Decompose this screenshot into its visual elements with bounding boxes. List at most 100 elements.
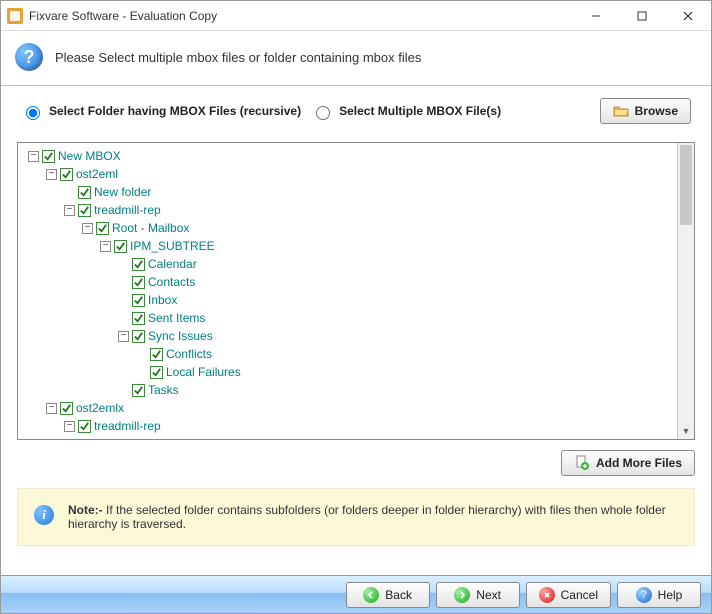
tree-node[interactable]: − IPM_SUBTREE bbox=[22, 237, 673, 255]
collapse-icon[interactable]: − bbox=[64, 205, 75, 216]
close-button[interactable] bbox=[665, 1, 711, 31]
browse-button[interactable]: Browse bbox=[600, 98, 691, 124]
info-icon: i bbox=[34, 505, 54, 525]
help-circle-icon: ? bbox=[636, 587, 652, 603]
tree-node[interactable]: − Sync Issues bbox=[22, 327, 673, 345]
cancel-button[interactable]: Cancel bbox=[526, 582, 611, 608]
arrow-right-icon bbox=[454, 587, 470, 603]
collapse-icon[interactable]: − bbox=[46, 169, 57, 180]
add-more-files-label: Add More Files bbox=[596, 456, 682, 470]
cancel-button-label: Cancel bbox=[561, 588, 598, 602]
scroll-thumb[interactable] bbox=[680, 145, 692, 225]
collapse-icon[interactable]: − bbox=[28, 151, 39, 162]
folder-open-icon bbox=[613, 103, 629, 119]
tree-node-label: treadmill-rep bbox=[94, 419, 161, 433]
tree-node-label: New MBOX bbox=[58, 149, 121, 163]
folder-tree-panel: −New MBOX−ost2emlNew folder−treadmill-re… bbox=[17, 142, 695, 440]
back-button[interactable]: Back bbox=[346, 582, 430, 608]
tree-node[interactable]: Sent Items bbox=[22, 309, 673, 327]
tree-checkbox[interactable] bbox=[78, 420, 91, 433]
tree-node-label: Calendar bbox=[148, 257, 197, 271]
help-button-label: Help bbox=[658, 588, 683, 602]
tree-node-label: treadmill-rep bbox=[94, 203, 161, 217]
options-row: Select Folder having MBOX Files (recursi… bbox=[1, 86, 711, 132]
note-text: Note:- If the selected folder contains s… bbox=[68, 503, 678, 531]
tree-checkbox[interactable] bbox=[150, 348, 163, 361]
tree-scrollbar[interactable]: ▲ ▼ bbox=[677, 143, 694, 439]
instruction-banner: ? Please Select multiple mbox files or f… bbox=[1, 31, 711, 86]
help-icon: ? bbox=[15, 43, 43, 71]
tree-node-label: Inbox bbox=[148, 293, 177, 307]
next-button[interactable]: Next bbox=[436, 582, 520, 608]
tree-node[interactable]: − ost2eml bbox=[22, 165, 673, 183]
tree-checkbox[interactable] bbox=[78, 204, 91, 217]
radio-select-folder-input[interactable] bbox=[26, 106, 40, 120]
wizard-footer: Back Next Cancel ? Help bbox=[1, 575, 711, 613]
collapse-icon[interactable]: − bbox=[100, 241, 111, 252]
radio-select-files-label: Select Multiple MBOX File(s) bbox=[339, 104, 501, 118]
tree-node[interactable]: Calendar bbox=[22, 255, 673, 273]
tree-node-label: Root - Mailbox bbox=[112, 221, 189, 235]
tree-checkbox[interactable] bbox=[132, 312, 145, 325]
arrow-left-icon bbox=[363, 587, 379, 603]
tree-node[interactable]: Contacts bbox=[22, 273, 673, 291]
radio-select-files[interactable]: Select Multiple MBOX File(s) bbox=[311, 103, 501, 120]
tree-checkbox[interactable] bbox=[132, 276, 145, 289]
note-prefix: Note:- bbox=[68, 503, 103, 517]
collapse-icon[interactable]: − bbox=[46, 403, 57, 414]
tree-checkbox[interactable] bbox=[60, 168, 73, 181]
tree-node-label: ost2emlx bbox=[76, 401, 124, 415]
tree-node[interactable]: − treadmill-rep bbox=[22, 201, 673, 219]
tree-node-label: Sent Items bbox=[148, 311, 205, 325]
add-file-icon bbox=[574, 455, 590, 471]
tree-checkbox[interactable] bbox=[114, 240, 127, 253]
tree-node-label: Conflicts bbox=[166, 347, 212, 361]
add-more-files-button[interactable]: Add More Files bbox=[561, 450, 695, 476]
tree-node[interactable]: Conflicts bbox=[22, 345, 673, 363]
tree-checkbox[interactable] bbox=[96, 222, 109, 235]
minimize-button[interactable] bbox=[573, 1, 619, 31]
app-icon bbox=[7, 8, 23, 24]
folder-tree[interactable]: −New MBOX−ost2emlNew folder−treadmill-re… bbox=[18, 143, 677, 439]
tree-checkbox[interactable] bbox=[150, 366, 163, 379]
maximize-button[interactable] bbox=[619, 1, 665, 31]
tree-checkbox[interactable] bbox=[132, 384, 145, 397]
tree-node[interactable]: Tasks bbox=[22, 381, 673, 399]
tree-node-label: Local Failures bbox=[166, 365, 241, 379]
tree-checkbox[interactable] bbox=[60, 402, 73, 415]
radio-select-folder-label: Select Folder having MBOX Files (recursi… bbox=[49, 104, 301, 118]
tree-node[interactable]: − New MBOX bbox=[22, 147, 673, 165]
scroll-down-icon[interactable]: ▼ bbox=[678, 422, 694, 439]
collapse-icon[interactable]: − bbox=[118, 331, 129, 342]
window-title: Fixvare Software - Evaluation Copy bbox=[29, 9, 573, 23]
tree-node-label: ost2eml bbox=[76, 167, 118, 181]
cancel-icon bbox=[539, 587, 555, 603]
tree-node[interactable]: − Root - Mailbox bbox=[22, 219, 673, 237]
tree-node[interactable]: − treadmill-rep bbox=[22, 417, 673, 435]
tree-node-label: New folder bbox=[94, 185, 151, 199]
titlebar: Fixvare Software - Evaluation Copy bbox=[1, 1, 711, 31]
radio-select-files-input[interactable] bbox=[316, 106, 330, 120]
tree-node-label: Tasks bbox=[148, 383, 179, 397]
tree-checkbox[interactable] bbox=[132, 330, 145, 343]
radio-select-folder[interactable]: Select Folder having MBOX Files (recursi… bbox=[21, 103, 301, 120]
help-button[interactable]: ? Help bbox=[617, 582, 701, 608]
browse-button-label: Browse bbox=[635, 104, 678, 118]
note-box: i Note:- If the selected folder contains… bbox=[17, 488, 695, 546]
tree-checkbox[interactable] bbox=[78, 186, 91, 199]
collapse-icon[interactable]: − bbox=[82, 223, 93, 234]
tree-node[interactable]: − ost2emlx bbox=[22, 399, 673, 417]
tree-checkbox[interactable] bbox=[132, 294, 145, 307]
tree-node-label: Sync Issues bbox=[148, 329, 213, 343]
tree-node[interactable]: Local Failures bbox=[22, 363, 673, 381]
tree-node-label: IPM_SUBTREE bbox=[130, 239, 215, 253]
tree-node-label: Contacts bbox=[148, 275, 195, 289]
tree-node[interactable]: Inbox bbox=[22, 291, 673, 309]
next-button-label: Next bbox=[476, 588, 501, 602]
tree-checkbox[interactable] bbox=[132, 258, 145, 271]
add-more-row: Add More Files bbox=[1, 446, 711, 484]
tree-node[interactable]: New folder bbox=[22, 183, 673, 201]
collapse-icon[interactable]: − bbox=[64, 421, 75, 432]
tree-checkbox[interactable] bbox=[42, 150, 55, 163]
instruction-text: Please Select multiple mbox files or fol… bbox=[55, 50, 421, 65]
